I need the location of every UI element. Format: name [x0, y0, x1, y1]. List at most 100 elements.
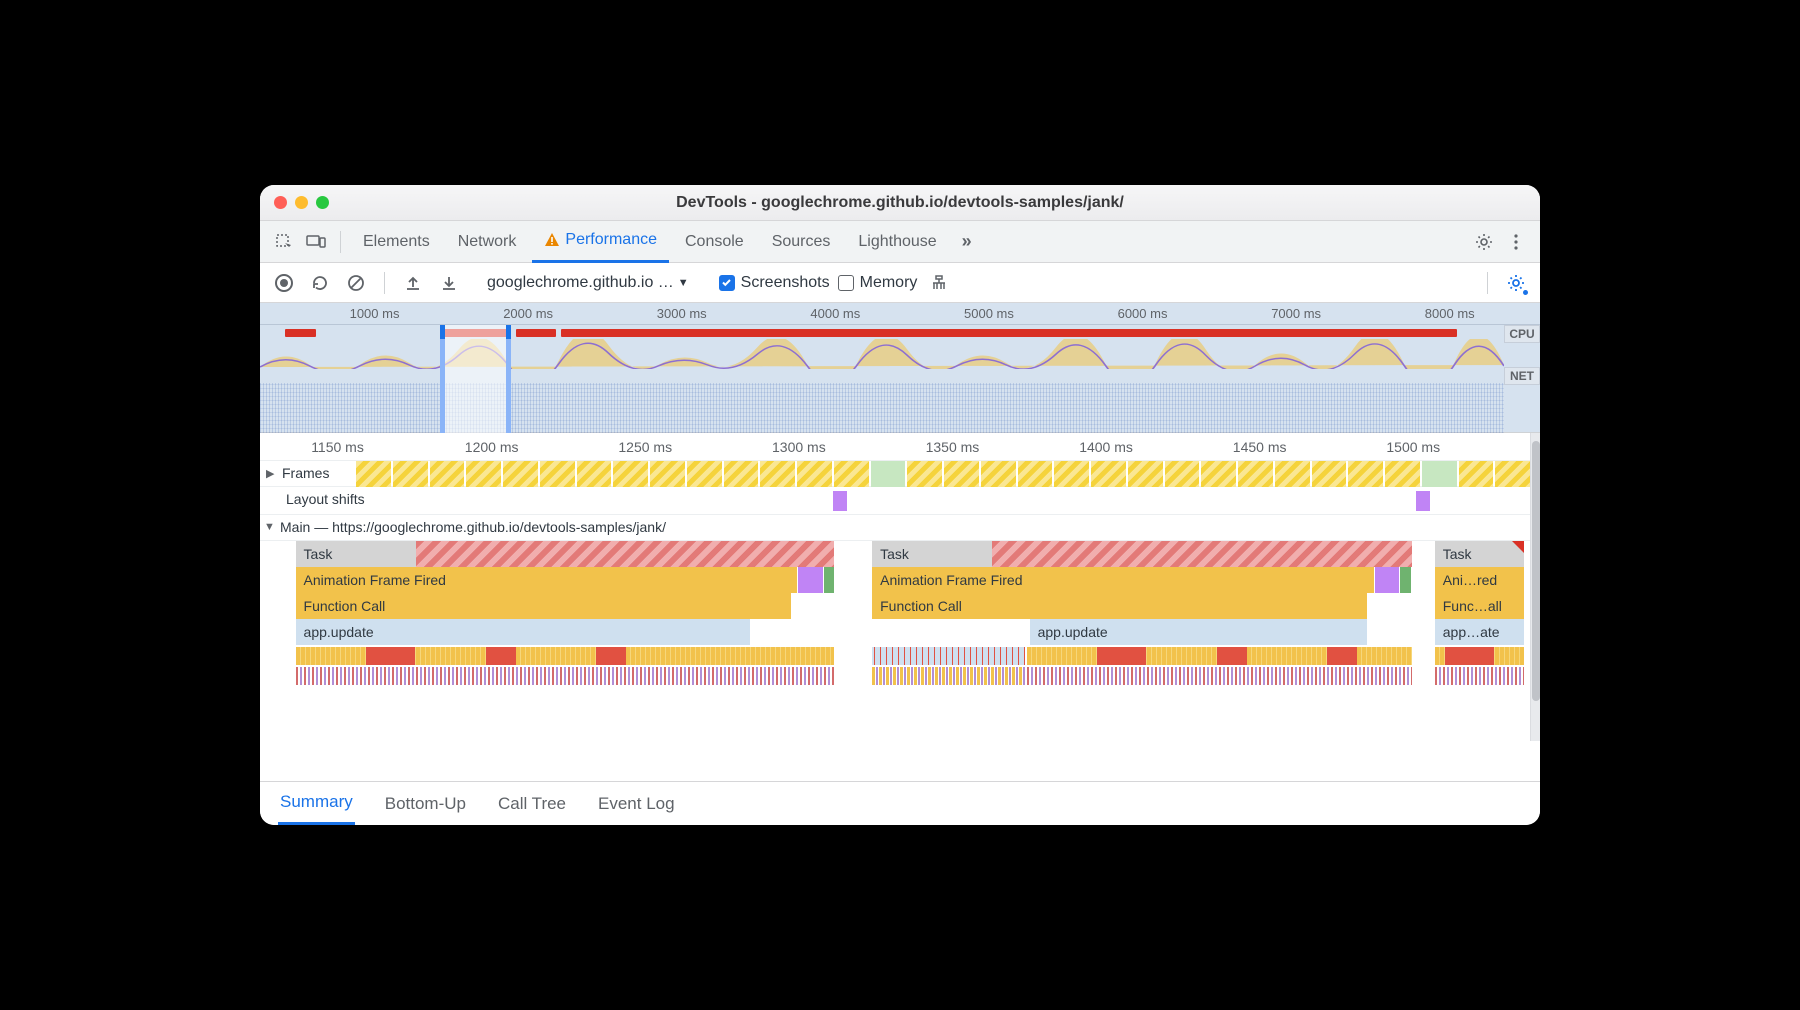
screenshots-checkbox[interactable]: Screenshots	[719, 274, 830, 292]
overview-body[interactable]	[260, 325, 1504, 433]
task-block[interactable]: Task	[296, 541, 834, 567]
flame-block[interactable]	[824, 567, 834, 593]
frame-block[interactable]	[650, 461, 685, 487]
reload-record-button[interactable]	[306, 269, 334, 297]
frame-block[interactable]	[1165, 461, 1200, 487]
overview-badges: CPU NET	[1504, 325, 1540, 409]
frame-block[interactable]	[1495, 461, 1530, 487]
tab-lighthouse[interactable]: Lighthouse	[846, 221, 948, 263]
frame-block[interactable]	[760, 461, 795, 487]
tab-bottom-up[interactable]: Bottom-Up	[383, 784, 468, 824]
tick-label: 7000 ms	[1271, 306, 1321, 321]
record-button[interactable]	[270, 269, 298, 297]
frame-block[interactable]	[356, 461, 391, 487]
selection-handle-left[interactable]	[440, 325, 445, 339]
frame-block[interactable]	[393, 461, 428, 487]
tab-performance[interactable]: Performance	[532, 221, 669, 263]
frame-block[interactable]	[981, 461, 1016, 487]
task-row: Task Task Task	[260, 541, 1530, 567]
flame-block[interactable]: app.update	[296, 619, 751, 645]
frame-block[interactable]	[1201, 461, 1236, 487]
stack-row-2: Animation Frame Fired Animation Frame Fir…	[260, 567, 1530, 593]
more-tabs-icon[interactable]: »	[953, 228, 981, 256]
frame-block[interactable]	[1275, 461, 1310, 487]
net-badge: NET	[1504, 367, 1540, 385]
frame-block[interactable]	[1018, 461, 1053, 487]
clear-button[interactable]	[342, 269, 370, 297]
flame-area[interactable]: TaskTaskTask Animation Frame FiredAnimat…	[260, 541, 1540, 741]
flame-block[interactable]: Function Call	[872, 593, 1367, 619]
flame-block[interactable]	[1375, 567, 1399, 593]
overview-timeline[interactable]: 1000 ms 2000 ms 3000 ms 4000 ms 5000 ms …	[260, 303, 1540, 433]
flame-block[interactable]: Function Call	[296, 593, 791, 619]
flame-block[interactable]: Animation Frame Fired	[296, 567, 798, 593]
frame-block[interactable]	[797, 461, 832, 487]
tab-call-tree[interactable]: Call Tree	[496, 784, 568, 824]
frame-block[interactable]	[1385, 461, 1420, 487]
flame-block[interactable]: Func…all	[1435, 593, 1524, 619]
kebab-icon[interactable]	[1502, 228, 1530, 256]
flamechart-panel[interactable]: 1150 ms 1200 ms 1250 ms 1300 ms 1350 ms …	[260, 433, 1540, 781]
main-thread-label[interactable]: ▼ Main — https://googlechrome.github.io/…	[260, 515, 674, 539]
frame-block[interactable]	[907, 461, 942, 487]
flame-block[interactable]: app…ate	[1435, 619, 1524, 645]
layout-shift-marker[interactable]	[1416, 491, 1430, 511]
collect-garbage-icon[interactable]	[925, 269, 953, 297]
layout-shift-marker[interactable]	[833, 491, 847, 511]
tab-summary[interactable]: Summary	[278, 782, 355, 825]
devtools-window: DevTools - googlechrome.github.io/devtoo…	[260, 185, 1540, 825]
frame-block[interactable]	[1312, 461, 1347, 487]
frame-block[interactable]	[1238, 461, 1273, 487]
frame-block[interactable]	[687, 461, 722, 487]
frame-block[interactable]	[834, 461, 869, 487]
frame-block[interactable]	[1459, 461, 1494, 487]
main-thread-header[interactable]: ▼ Main — https://googlechrome.github.io/…	[260, 515, 1540, 541]
performance-toolbar: googlechrome.github.io … ▼ Screenshots M…	[260, 263, 1540, 303]
frame-block[interactable]	[577, 461, 612, 487]
settings-icon[interactable]	[1470, 228, 1498, 256]
frame-block[interactable]	[430, 461, 465, 487]
frame-block[interactable]	[466, 461, 501, 487]
frame-block[interactable]	[871, 461, 906, 487]
upload-icon[interactable]	[399, 269, 427, 297]
tab-network[interactable]: Network	[446, 221, 529, 263]
tab-sources[interactable]: Sources	[760, 221, 843, 263]
vertical-scrollbar[interactable]	[1530, 433, 1540, 741]
task-block[interactable]: Task	[872, 541, 1412, 567]
flame-block[interactable]: Animation Frame Fired	[872, 567, 1374, 593]
capture-settings-icon[interactable]	[1502, 269, 1530, 297]
flame-block[interactable]	[1400, 567, 1410, 593]
flame-block[interactable]: app.update	[1030, 619, 1368, 645]
device-icon[interactable]	[302, 228, 330, 256]
memory-checkbox[interactable]: Memory	[838, 274, 918, 292]
overview-selection[interactable]	[440, 325, 511, 433]
flame-block[interactable]	[798, 567, 822, 593]
tab-event-log[interactable]: Event Log	[596, 784, 677, 824]
frame-block[interactable]	[503, 461, 538, 487]
frame-block[interactable]	[613, 461, 648, 487]
frame-block[interactable]	[1091, 461, 1126, 487]
frame-block[interactable]	[724, 461, 759, 487]
separator	[340, 231, 341, 253]
frame-block[interactable]	[1422, 461, 1457, 487]
frame-block[interactable]	[540, 461, 575, 487]
frame-block[interactable]	[1128, 461, 1163, 487]
tick-label: 1000 ms	[350, 306, 400, 321]
scroll-thumb[interactable]	[1532, 441, 1540, 701]
frame-block[interactable]	[1348, 461, 1383, 487]
selection-handle-right[interactable]	[506, 325, 511, 339]
recording-selector[interactable]: googlechrome.github.io … ▼	[487, 274, 689, 292]
task-block[interactable]: Task	[1435, 541, 1524, 567]
frame-block[interactable]	[944, 461, 979, 487]
download-icon[interactable]	[435, 269, 463, 297]
tab-elements[interactable]: Elements	[351, 221, 442, 263]
inspect-icon[interactable]	[270, 228, 298, 256]
frames-row-label[interactable]: ▶ Frames	[260, 461, 337, 485]
frames-row[interactable]: ▶ Frames	[260, 461, 1540, 487]
layout-shifts-row[interactable]: Layout shifts	[260, 487, 1540, 515]
tick-label: 1300 ms	[772, 439, 826, 455]
frame-block[interactable]	[1054, 461, 1089, 487]
flame-block[interactable]: Ani…red	[1435, 567, 1524, 593]
long-task-marker	[516, 329, 556, 337]
tab-console[interactable]: Console	[673, 221, 756, 263]
